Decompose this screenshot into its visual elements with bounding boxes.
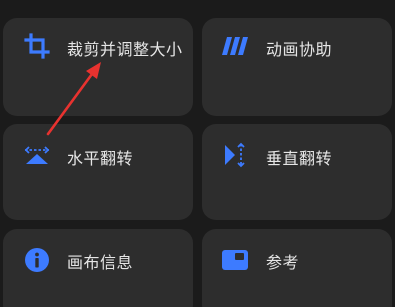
flip-horizontal-label: 水平翻转 <box>67 149 134 168</box>
flip-vertical-icon <box>221 141 249 169</box>
crop-resize-button[interactable]: 裁剪并调整大小 <box>3 18 193 116</box>
reference-button[interactable]: 参考 <box>202 229 392 307</box>
animation-stripes-icon <box>221 32 249 60</box>
flip-horizontal-button[interactable]: 水平翻转 <box>3 124 193 220</box>
reference-icon <box>221 246 249 274</box>
canvas-info-label: 画布信息 <box>67 253 134 272</box>
animation-assist-button[interactable]: 动画协助 <box>202 18 392 116</box>
reference-label: 参考 <box>266 253 300 272</box>
crop-resize-label: 裁剪并调整大小 <box>67 40 183 59</box>
flip-vertical-button[interactable]: 垂直翻转 <box>202 124 392 220</box>
animation-assist-label: 动画协助 <box>266 40 333 59</box>
info-icon <box>23 246 51 274</box>
canvas-info-button[interactable]: 画布信息 <box>3 229 193 307</box>
flip-vertical-label: 垂直翻转 <box>266 149 333 168</box>
crop-icon <box>23 32 51 60</box>
flip-horizontal-icon <box>23 141 51 169</box>
canvas-options-menu: 裁剪并调整大小 动画协助 水平翻转 垂直翻转 画布信息 参考 <box>0 0 395 307</box>
